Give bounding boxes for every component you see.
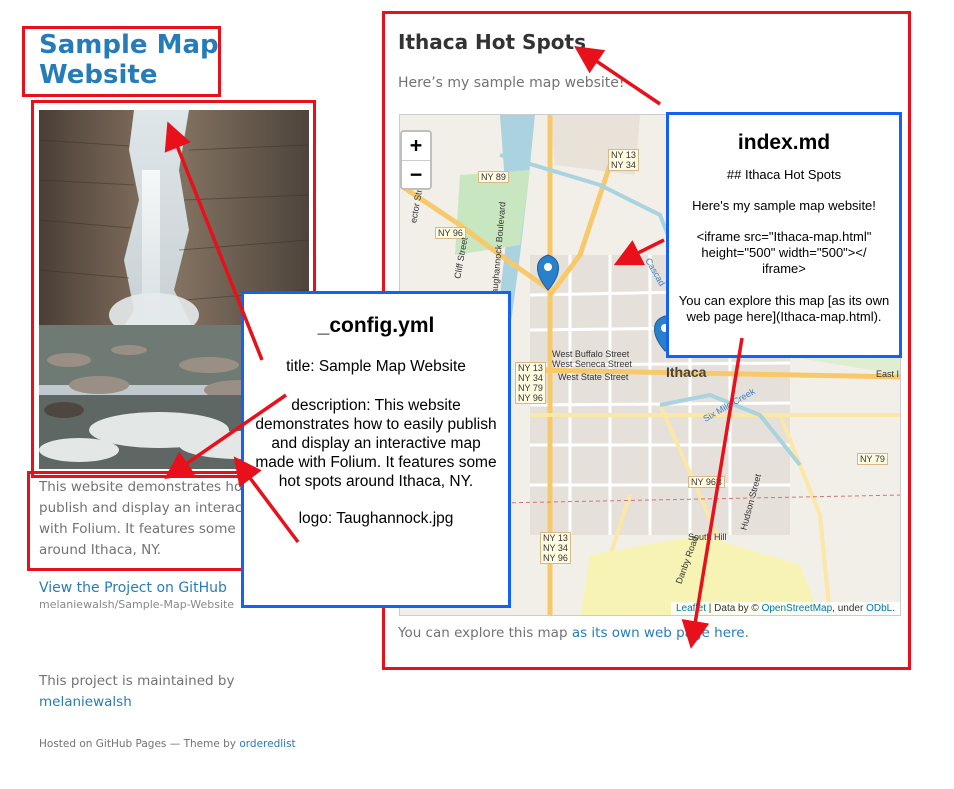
callout-line: <iframe src="Ithaca-map.html" height="50… <box>696 229 875 276</box>
callout-line: description: This website demonstrates h… <box>255 397 501 490</box>
config-yml-callout: _config.yml title: Sample Map Website de… <box>241 291 511 608</box>
index-md-callout: index.md ## Ithaca Hot Spots Here's my s… <box>666 112 902 358</box>
github-repo-name: melaniewalsh/Sample-Map-Website <box>39 598 235 611</box>
callout-line: logo: Taughannock.jpg <box>298 510 454 527</box>
maintained-by-text: This project is maintained by <box>39 673 235 689</box>
maintainer-link[interactable]: melaniewalsh <box>39 694 132 710</box>
theme-author-link[interactable]: orderedlist <box>239 738 295 750</box>
annotation-box-title <box>22 26 221 97</box>
footer: Hosted on GitHub Pages — Theme by ordere… <box>39 738 296 750</box>
callout-line: ## Ithaca Hot Spots <box>726 167 842 182</box>
github-project-link[interactable]: View the Project on GitHub <box>39 580 227 596</box>
callout-line: title: Sample Map Website <box>286 358 466 375</box>
footer-text: Hosted on GitHub Pages — Theme by <box>39 738 237 750</box>
callout-line: You can explore this map [as its own web… <box>678 293 893 324</box>
annotation-box-description <box>27 471 251 571</box>
callout-title: index.md <box>737 131 831 154</box>
callout-title: _config.yml <box>317 314 435 337</box>
callout-line: Here's my sample map website! <box>692 198 876 213</box>
